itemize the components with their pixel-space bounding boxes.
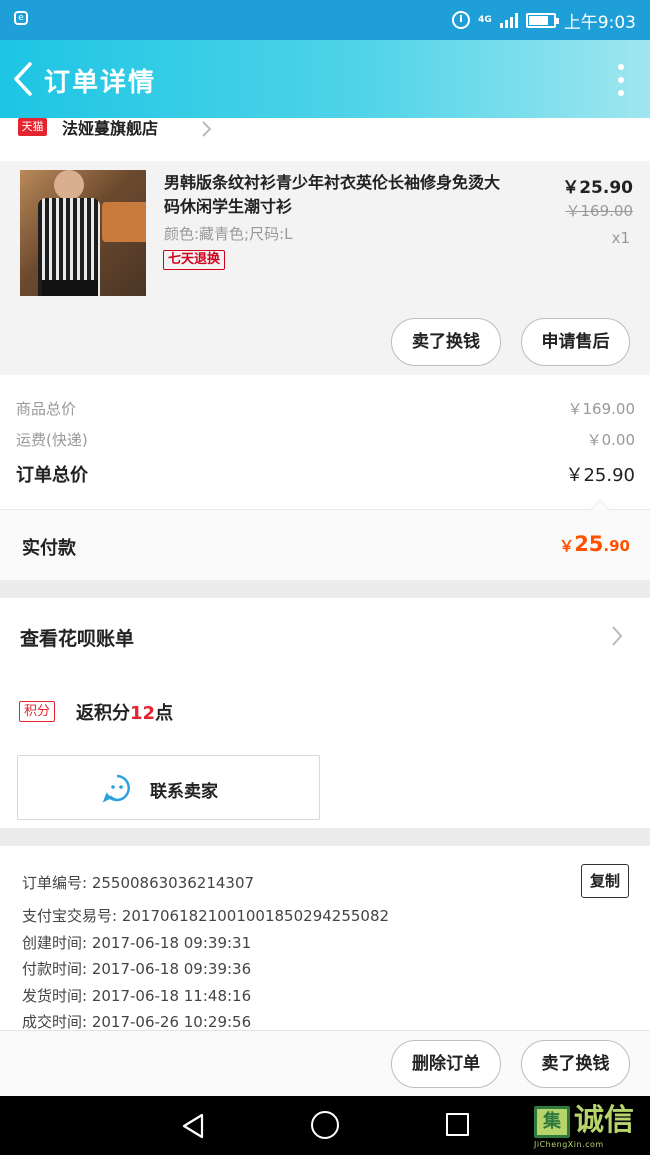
product-quantity: x1 [611, 229, 630, 247]
contact-seller-button[interactable]: 联系卖家 [17, 755, 320, 820]
watermark-box: 集 [534, 1106, 570, 1138]
watermark-text: 诚信 [574, 1103, 634, 1138]
order-number: 订单编号: 25500863036214307 [22, 874, 255, 892]
price-summary: 商品总价 ￥169.00 运费(快递) ￥0.00 订单总价 ￥25.90 [0, 375, 650, 510]
sell-for-cash-button-bottom[interactable]: 卖了换钱 [521, 1040, 630, 1088]
watermark-logo: 集 诚信 JiChengXin.com [532, 1102, 650, 1152]
product-original-price: ￥169.00 [565, 202, 634, 220]
shipping-value: ￥0.00 [586, 431, 635, 449]
huabei-bill-link[interactable]: 查看花呗账单 [20, 624, 134, 651]
shop-name: 法娅蔓旗舰店 [62, 119, 159, 138]
status-icons: 4G 上午9:03 [452, 8, 636, 33]
after-sale-button[interactable]: 申请售后 [521, 318, 630, 366]
created-time: 创建时间: 2017-06-18 09:39:31 [22, 934, 252, 952]
contact-seller-label: 联系卖家 [150, 782, 218, 802]
shipping-label: 运费(快递) [16, 431, 88, 449]
page-title: 订单详情 [44, 68, 157, 98]
battery-icon [525, 12, 559, 28]
completed-time: 成交时间: 2017-06-26 10:29:56 [22, 1013, 252, 1031]
back-arrow-icon [14, 62, 32, 96]
paid-value: ￥25.90 [559, 532, 630, 556]
nav-home-icon[interactable] [311, 1111, 339, 1139]
shipping-row: 运费(快递) ￥0.00 [0, 429, 650, 457]
order-total-value: ￥25.90 [565, 465, 635, 486]
alipay-trade-number: 支付宝交易号: 2017061821001001850294255082 [22, 907, 390, 925]
back-button[interactable] [8, 58, 42, 100]
watermark-sub: JiChengXin.com [534, 1140, 604, 1149]
chevron-right-icon[interactable] [610, 624, 624, 648]
shipped-time: 发货时间: 2017-06-18 11:48:16 [22, 987, 252, 1005]
status-time: 上午9:03 [563, 12, 636, 33]
nav-back-icon[interactable] [180, 1112, 206, 1140]
goods-total-label: 商品总价 [16, 400, 77, 418]
order-info: 订单编号: 25500863036214307 复制 支付宝交易号: 20170… [0, 846, 650, 1031]
product-card[interactable]: 男韩版条纹衬衫青少年衬衣英伦长袖修身免烫大码休闲学生潮寸衫 颜色:藏青色;尺码:… [0, 161, 650, 375]
tmall-badge: 天猫 [18, 118, 47, 136]
notification-icon: e [14, 11, 28, 25]
goods-total-value: ￥169.00 [567, 400, 636, 418]
shop-row[interactable]: 天猫 法娅蔓旗舰店 [0, 118, 650, 161]
paid-label: 实付款 [22, 538, 76, 559]
nav-recent-apps-icon[interactable] [446, 1113, 469, 1136]
extras-section: 查看花呗账单 积分 返积分12点 联系卖家 [0, 598, 650, 828]
status-bar: e 4G 上午9:03 [0, 0, 650, 40]
bottom-action-bar: 删除订单 卖了换钱 [0, 1030, 650, 1096]
order-total-label: 订单总价 [16, 465, 88, 486]
seven-day-return-tag: 七天退换 [163, 250, 226, 270]
signal-icon [499, 12, 518, 28]
product-sku: 颜色:藏青色;尺码:L [164, 225, 293, 243]
product-thumbnail[interactable] [20, 170, 146, 296]
chevron-right-icon [202, 121, 212, 137]
product-price: ￥25.90 [562, 178, 633, 198]
paid-time: 付款时间: 2017-06-18 09:39:36 [22, 960, 252, 978]
goods-total-row: 商品总价 ￥169.00 [0, 398, 650, 426]
network-type: 4G [478, 14, 492, 25]
header: 订单详情 [0, 40, 650, 118]
caret-pointer [590, 499, 610, 510]
points-tag: 积分 [19, 701, 56, 722]
alarm-icon [452, 11, 471, 29]
more-menu-button[interactable] [616, 64, 626, 96]
system-nav-bar: 集 诚信 JiChengXin.com [0, 1096, 650, 1155]
delete-order-button[interactable]: 删除订单 [391, 1040, 501, 1088]
sell-for-cash-button[interactable]: 卖了换钱 [391, 318, 501, 366]
paid-amount-row: 实付款 ￥25.90 [0, 510, 650, 580]
chat-bubble-icon [102, 774, 130, 803]
order-total-row: 订单总价 ￥25.90 [0, 461, 650, 489]
copy-button[interactable]: 复制 [581, 864, 629, 898]
points-text: 返积分12点 [76, 703, 174, 724]
product-title[interactable]: 男韩版条纹衬衫青少年衬衣英伦长袖修身免烫大码休闲学生潮寸衫 [164, 171, 509, 219]
